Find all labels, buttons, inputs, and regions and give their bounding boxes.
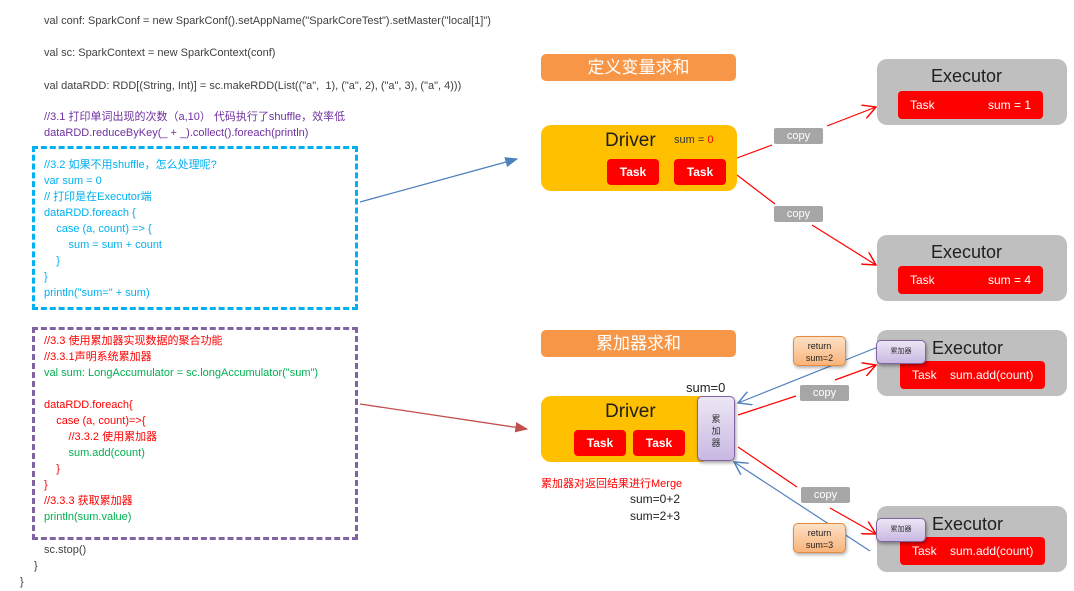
return-box-1: return sum=2 [793,336,846,366]
executor-top-2: Executor Task sum = 4 [877,235,1067,301]
executor-label: Executor [932,514,1004,534]
arrow-copy3-to-executor3 [834,365,876,381]
driver-label: Driver [605,401,656,422]
driver-box-bottom: Driver Task Task [541,396,711,462]
merge-step-1: sum=0+2 [630,492,681,506]
executor-label: Executor [931,242,1003,262]
driver-accumulator: 累 加 器 [697,396,735,461]
line-driver-to-copy1 [736,144,773,159]
line-acc-to-copy4 [737,446,798,488]
arrow-copy2-to-executor2 [811,224,876,265]
executor-accumulator-2: 累加器 [876,518,926,542]
driver-sum-value: 0 [707,134,714,146]
executor-top-1: Executor Task sum = 1 [877,59,1067,125]
executor-task: Task sum.add(count) [900,361,1045,389]
executor-accumulator-1: 累加器 [876,340,926,364]
merge-step-2: sum=2+3 [630,509,681,523]
driver-task-2: Task [633,430,685,456]
arrow-block33-to-driver [359,403,529,433]
executor-label: Executor [932,338,1004,358]
line-driver-to-copy2 [736,174,776,205]
title-accumulator-sum: 累加器求和 [541,330,736,357]
copy-label-4: copy [801,487,850,503]
executor-task: Task sum = 1 [898,91,1043,119]
arrow-copy1-to-executor1 [826,107,876,127]
task-label: Task [912,368,937,382]
driver-sum-readout: sum = 0 [674,134,713,146]
driver-label: Driver [605,130,656,151]
driver-task-2: Task [674,159,726,185]
merge-note: 累加器对返回结果进行Merge [541,478,683,490]
return-box-2: return sum=3 [793,523,846,553]
task-label: Task [910,273,935,287]
title-define-variable-sum: 定义变量求和 [541,54,736,81]
copy-label-1: copy [774,128,823,144]
driver-task-1: Task [607,159,659,185]
task-op: sum.add(count) [950,368,1034,382]
driver-box-top: Driver sum = 0 Task Task [541,125,737,191]
driver-task-1: Task [574,430,626,456]
arrow-block32-to-driver [359,157,519,203]
line-acc-to-copy3 [737,395,797,416]
driver-sum-label: sum = [674,134,708,146]
executor-label: Executor [931,66,1003,86]
executor-task: Task sum = 4 [898,266,1043,294]
driver-sum-zero: sum=0 [686,380,726,395]
task-op: sum.add(count) [950,544,1034,558]
task-sum: sum = 1 [987,98,1031,112]
copy-label-2: copy [774,206,823,222]
task-label: Task [912,544,937,558]
task-sum: sum = 4 [987,273,1031,287]
copy-label-3: copy [800,385,849,401]
task-label: Task [910,98,935,112]
